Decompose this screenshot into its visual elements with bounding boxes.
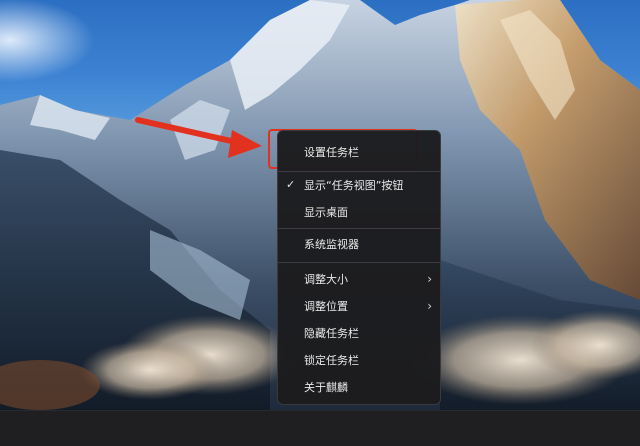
menu-separator (278, 262, 440, 263)
menu-item-label: 调整大小 (304, 273, 348, 286)
menu-item-show-desktop[interactable]: 显示桌面 (278, 199, 440, 225)
menu-item-taskbar-settings[interactable]: 设置任务栏 (278, 139, 440, 165)
menu-item-resize[interactable]: 调整大小 › (278, 266, 440, 292)
menu-item-show-task-view-button[interactable]: ✓ 显示“任务视图”按钮 (278, 172, 440, 198)
menu-item-about-kylin[interactable]: 关于麒麟 (278, 374, 440, 400)
menu-item-label: 系统监视器 (304, 238, 359, 251)
menu-item-hide-taskbar[interactable]: 隐藏任务栏 (278, 320, 440, 346)
chevron-right-icon: › (427, 299, 432, 313)
taskbar-context-menu: 设置任务栏 ✓ 显示“任务视图”按钮 显示桌面 系统监视器 调整大小 › 调整位… (277, 130, 441, 405)
menu-item-label: 关于麒麟 (304, 381, 348, 394)
menu-item-label: 显示“任务视图”按钮 (304, 179, 404, 192)
menu-item-system-monitor[interactable]: 系统监视器 (278, 231, 440, 257)
menu-item-label: 隐藏任务栏 (304, 327, 359, 340)
menu-item-label: 显示桌面 (304, 206, 348, 219)
menu-separator (278, 228, 440, 229)
menu-item-label: 设置任务栏 (304, 146, 359, 159)
menu-item-label: 锁定任务栏 (304, 354, 359, 367)
chevron-right-icon: › (427, 272, 432, 286)
menu-item-reposition[interactable]: 调整位置 › (278, 293, 440, 319)
checkmark-icon: ✓ (286, 178, 296, 191)
menu-item-lock-taskbar[interactable]: 锁定任务栏 (278, 347, 440, 373)
menu-item-label: 调整位置 (304, 300, 348, 313)
taskbar[interactable] (0, 410, 640, 446)
